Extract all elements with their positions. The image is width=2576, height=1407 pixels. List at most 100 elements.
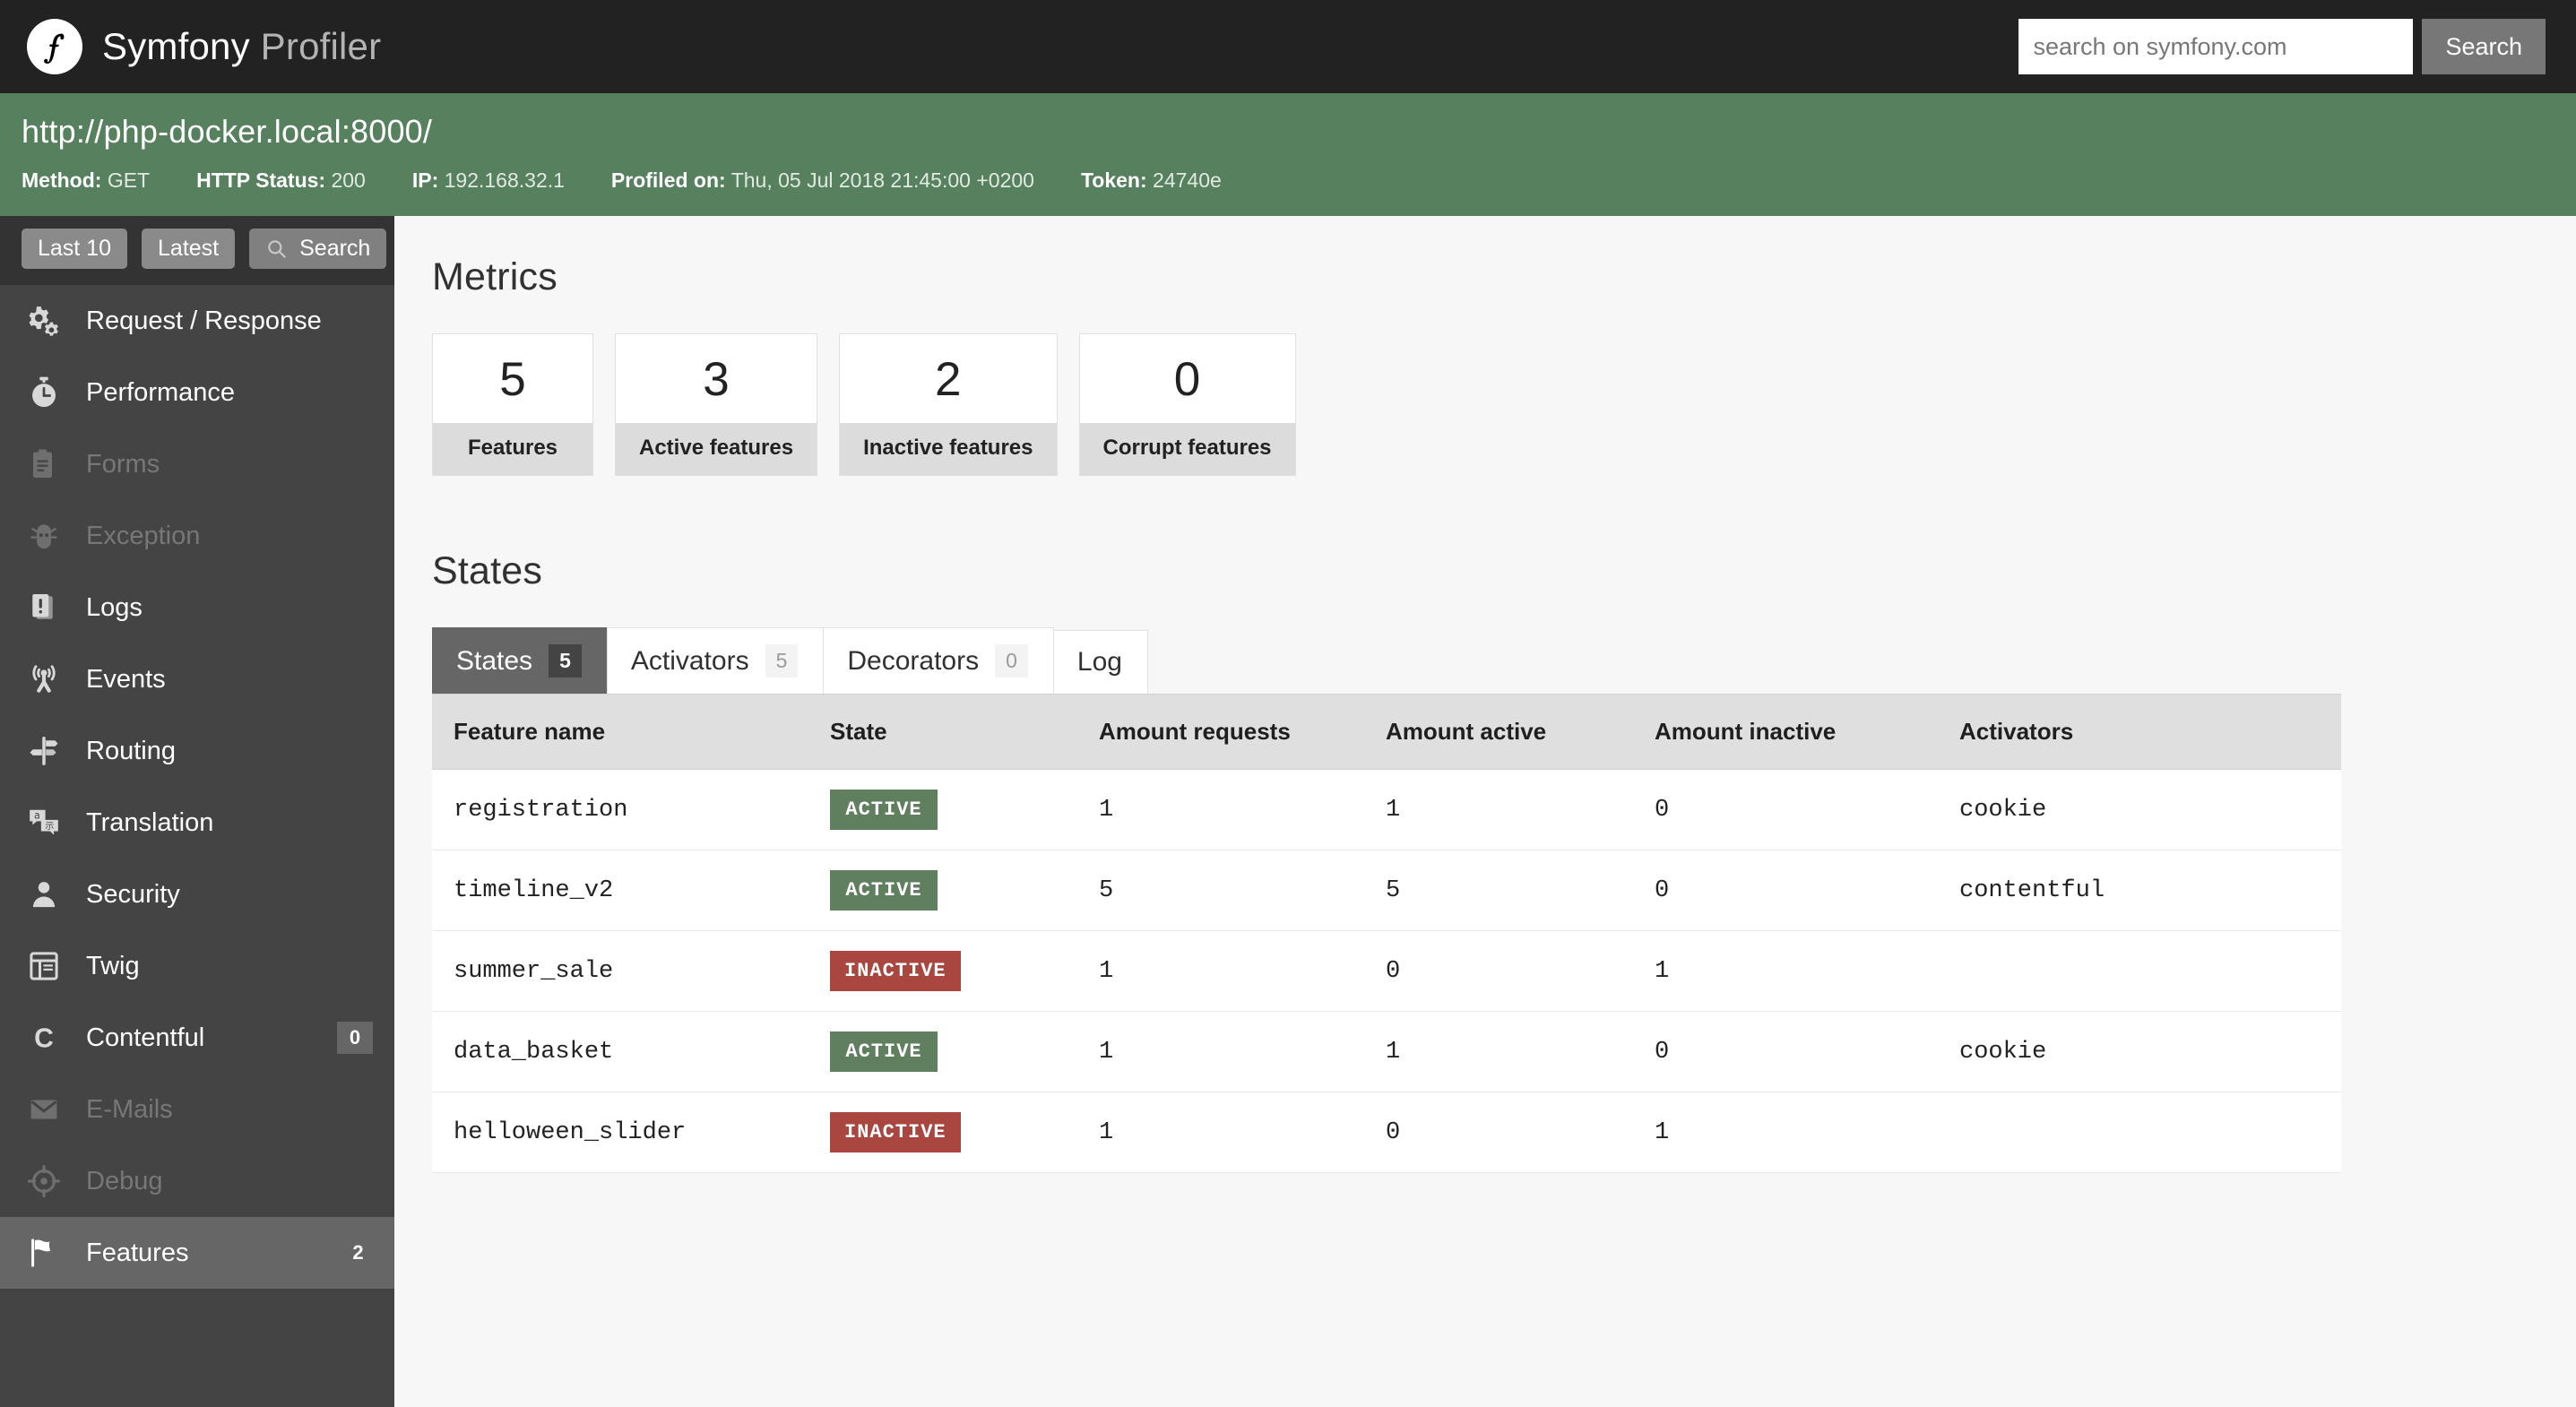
tab-decorators[interactable]: Decorators 0 <box>823 627 1054 694</box>
tab-bar: States 5 Activators 5 Decorators 0 Log <box>432 627 2576 694</box>
column-header-amount-active: Amount active <box>1364 695 1633 770</box>
metric-label: Corrupt features <box>1080 423 1295 475</box>
meta-profiled-value: Thu, 05 Jul 2018 21:45:00 +0200 <box>731 168 1034 192</box>
flag-icon <box>23 1232 65 1273</box>
sidebar-item-label: Translation <box>86 808 373 838</box>
cell-state: ACTIVE <box>808 1012 1077 1092</box>
sidebar-item-label: E-Mails <box>86 1095 373 1125</box>
sidebar-item-label: Routing <box>86 737 373 766</box>
sidebar-item-translation[interactable]: a 示 Translation <box>0 787 394 859</box>
cell-feature-name: registration <box>432 770 808 850</box>
sidebar-item-label: Request / Response <box>86 306 373 336</box>
request-summary-bar: http://php-docker.local:8000/ Method: GE… <box>0 93 2576 216</box>
cell-amount-inactive: 0 <box>1633 770 1938 850</box>
metric-card-features: 5 Features <box>432 333 593 476</box>
translation-icon: a 示 <box>23 802 65 843</box>
column-header-amount-inactive: Amount inactive <box>1633 695 1938 770</box>
tab-label: States <box>456 646 532 677</box>
top-search-form: Search <box>2018 19 2546 74</box>
sidebar-item-label: Debug <box>86 1167 373 1196</box>
cell-amount-inactive: 0 <box>1633 1012 1938 1092</box>
meta-token-value: 24740e <box>1153 168 1222 192</box>
sidebar-item-label: Exception <box>86 522 373 551</box>
cell-amount-active: 5 <box>1364 850 1633 931</box>
sidebar-nav: Request / Response Performance <box>0 285 394 1394</box>
table-header-row: Feature name State Amount requests Amoun… <box>432 695 2341 770</box>
meta-method-value: GET <box>108 168 150 192</box>
tab-badge: 0 <box>995 644 1028 678</box>
cell-amount-inactive: 1 <box>1633 931 1938 1012</box>
cell-feature-name: data_basket <box>432 1012 808 1092</box>
status-badge: INACTIVE <box>830 951 961 991</box>
sidebar-item-routing[interactable]: Routing <box>0 715 394 787</box>
meta-status: HTTP Status: 200 <box>196 168 366 193</box>
cell-amount-requests: 1 <box>1077 770 1364 850</box>
tab-states[interactable]: States 5 <box>432 627 608 694</box>
broadcast-icon <box>23 659 65 700</box>
sidebar-item-label: Forms <box>86 450 373 479</box>
latest-button[interactable]: Latest <box>142 229 235 269</box>
status-badge: ACTIVE <box>830 790 938 830</box>
sidebar-bottom-filler <box>0 1394 394 1407</box>
cell-amount-active: 1 <box>1364 770 1633 850</box>
cell-amount-active: 1 <box>1364 1012 1633 1092</box>
sidebar-item-label: Events <box>86 665 373 695</box>
meta-ip-value: 192.168.32.1 <box>445 168 565 192</box>
sidebar-item-contentful[interactable]: C Contentful 0 <box>0 1002 394 1074</box>
user-icon <box>23 874 65 915</box>
metrics-heading: Metrics <box>432 255 2576 299</box>
status-badge: ACTIVE <box>830 1032 938 1072</box>
sidebar-item-request-response[interactable]: Request / Response <box>0 285 394 357</box>
signpost-icon <box>23 730 65 772</box>
tab-activators[interactable]: Activators 5 <box>607 627 825 694</box>
sidebar-item-logs[interactable]: Logs <box>0 572 394 643</box>
column-header-state: State <box>808 695 1077 770</box>
sidebar-item-events[interactable]: Events <box>0 643 394 715</box>
meta-ip: IP: 192.168.32.1 <box>412 168 565 193</box>
tab-label: Log <box>1077 647 1122 678</box>
sidebar-item-twig[interactable]: Twig <box>0 930 394 1002</box>
cell-amount-requests: 1 <box>1077 1012 1364 1092</box>
tab-log[interactable]: Log <box>1053 630 1148 694</box>
status-badge: INACTIVE <box>830 1112 961 1152</box>
sidebar-item-label: Security <box>86 880 373 910</box>
sidebar: Last 10 Latest Search Requ <box>0 216 394 1394</box>
search-icon <box>265 237 289 261</box>
sidebar-item-security[interactable]: Security <box>0 859 394 930</box>
sidebar-item-badge: 0 <box>337 1022 373 1054</box>
sidebar-item-performance[interactable]: Performance <box>0 357 394 428</box>
gears-icon <box>23 300 65 341</box>
meta-profiled-on: Profiled on: Thu, 05 Jul 2018 21:45:00 +… <box>611 168 1034 193</box>
last-10-button[interactable]: Last 10 <box>22 229 127 269</box>
search-input[interactable] <box>2018 19 2413 74</box>
cell-amount-active: 0 <box>1364 1092 1633 1173</box>
tab-badge: 5 <box>765 644 799 678</box>
target-icon <box>23 1161 65 1202</box>
stopwatch-icon <box>23 372 65 413</box>
brand-primary: Symfony <box>102 25 250 67</box>
metric-card-corrupt-features: 0 Corrupt features <box>1079 333 1296 476</box>
cell-state: ACTIVE <box>808 770 1077 850</box>
meta-ip-label: IP: <box>412 168 438 192</box>
metric-value: 0 <box>1080 334 1295 423</box>
column-header-amount-requests: Amount requests <box>1077 695 1364 770</box>
metrics-cards: 5 Features 3 Active features 2 Inactive … <box>432 333 2576 476</box>
table-row: timeline_v2 ACTIVE 5 5 0 contentful <box>432 850 2341 931</box>
sidebar-item-features[interactable]: Features 2 <box>0 1217 394 1289</box>
cell-amount-requests: 5 <box>1077 850 1364 931</box>
status-badge: ACTIVE <box>830 870 938 911</box>
sidebar-item-forms: Forms <box>0 428 394 500</box>
main-content: Metrics 5 Features 3 Active features 2 I… <box>394 216 2576 1394</box>
envelope-icon <box>23 1089 65 1130</box>
sidebar-item-label: Twig <box>86 952 373 981</box>
brand: Symfony Profiler <box>27 19 381 74</box>
brand-secondary: Profiler <box>261 25 382 67</box>
cell-amount-active: 0 <box>1364 931 1633 1012</box>
svg-text:a: a <box>34 809 40 821</box>
request-url: http://php-docker.local:8000/ <box>22 113 2554 151</box>
search-button[interactable]: Search <box>2422 19 2546 74</box>
bug-icon <box>23 515 65 557</box>
tab-badge: 5 <box>549 644 582 678</box>
sidebar-item-label: Performance <box>86 378 373 408</box>
sidebar-search-button[interactable]: Search <box>249 229 386 269</box>
